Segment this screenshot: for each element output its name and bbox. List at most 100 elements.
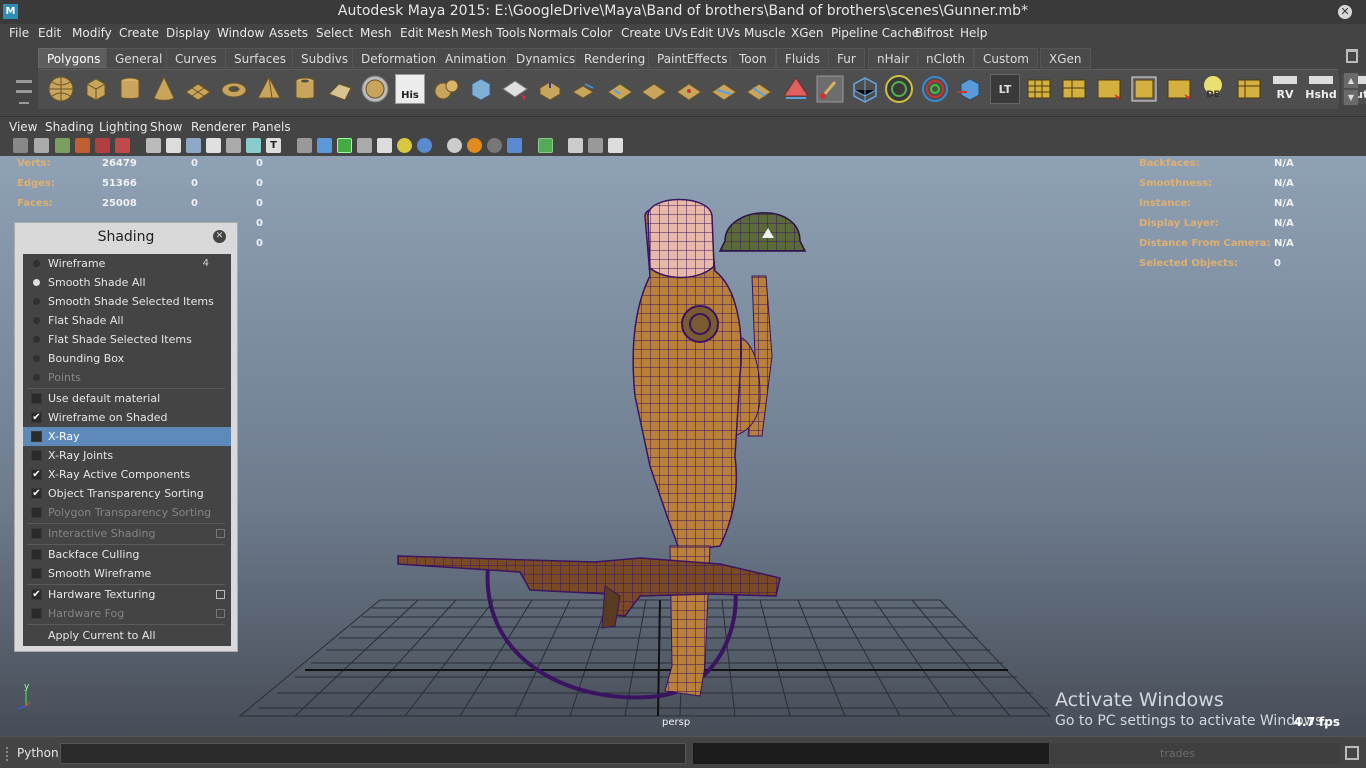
bridge-icon[interactable]: [570, 74, 600, 104]
field-chart-icon[interactable]: [226, 138, 241, 153]
shelf-handle[interactable]: [10, 50, 34, 110]
circularize-icon[interactable]: [884, 74, 914, 104]
shading-item-backface-culling[interactable]: Backface Culling: [23, 545, 231, 564]
tab-rendering[interactable]: Rendering: [575, 48, 655, 68]
tab-animation[interactable]: Animation: [436, 48, 516, 68]
menu-create[interactable]: Create: [119, 26, 159, 40]
tab-toon[interactable]: Toon: [730, 48, 776, 68]
menu-muscle[interactable]: Muscle: [744, 26, 786, 40]
menu-mesh-tools[interactable]: Mesh Tools: [461, 26, 526, 40]
shelf-scroll-down-icon[interactable]: ▼: [1344, 90, 1358, 105]
shading-item-xray[interactable]: X-Ray: [23, 427, 231, 446]
poly-torus-icon[interactable]: [219, 74, 249, 104]
de-button[interactable]: DE: [1198, 74, 1228, 104]
use-all-lights-icon[interactable]: [397, 138, 412, 153]
separate-icon[interactable]: [432, 74, 462, 104]
cage-icon[interactable]: [850, 74, 880, 104]
safe-title-icon[interactable]: T: [266, 138, 281, 153]
tab-polygons[interactable]: Polygons: [38, 48, 110, 68]
shading-item-hardware-texturing[interactable]: ✔ Hardware Texturing: [23, 585, 231, 604]
shading-item-smooth-wireframe[interactable]: Smooth Wireframe: [23, 564, 231, 583]
create-poly-icon[interactable]: [325, 74, 355, 104]
tab-curves[interactable]: Curves: [166, 48, 226, 68]
uv-editor-icon[interactable]: [1164, 74, 1194, 104]
shading-item-wireframe[interactable]: Wireframe 4: [23, 254, 231, 273]
menu-normals[interactable]: Normals: [528, 26, 578, 40]
grid-toggle-icon[interactable]: [146, 138, 161, 153]
screen-space-ao-icon[interactable]: [447, 138, 462, 153]
fill-hole-icon[interactable]: [639, 74, 669, 104]
shading-item-smooth-shade-selected[interactable]: Smooth Shade Selected Items: [23, 292, 231, 311]
shelf-trash-icon[interactable]: [1346, 49, 1358, 63]
extract-icon[interactable]: [466, 74, 496, 104]
menu-select[interactable]: Select: [316, 26, 353, 40]
depth-of-field-icon[interactable]: [507, 138, 522, 153]
gate-mask-icon[interactable]: [206, 138, 221, 153]
menu-create-uvs[interactable]: Create UVs: [621, 26, 688, 40]
script-editor-icon[interactable]: [1345, 746, 1359, 760]
poly-pyramid-icon[interactable]: [254, 74, 284, 104]
option-box-icon[interactable]: [216, 590, 225, 599]
insert-edge-loop-icon[interactable]: [744, 74, 774, 104]
command-input[interactable]: [60, 743, 686, 764]
lt-button[interactable]: LT: [990, 74, 1020, 104]
menu-bifrost[interactable]: Bifrost: [915, 26, 954, 40]
paint-brush-icon[interactable]: [815, 74, 845, 104]
tab-subdivs[interactable]: Subdivs: [292, 48, 358, 68]
tab-dynamics[interactable]: Dynamics: [507, 48, 585, 68]
film-gate-icon[interactable]: [166, 138, 181, 153]
tab-deformation[interactable]: Deformation: [352, 48, 445, 68]
tab-surfaces[interactable]: Surfaces: [225, 48, 295, 68]
smooth-icon[interactable]: [500, 74, 530, 104]
isolate-select-icon[interactable]: [538, 138, 553, 153]
textured-icon[interactable]: [377, 138, 392, 153]
wireframe-on-shaded-icon[interactable]: [337, 138, 352, 153]
menu-edit-mesh[interactable]: Edit Mesh: [400, 26, 459, 40]
menu-mesh[interactable]: Mesh: [360, 26, 392, 40]
motion-blur-icon[interactable]: [467, 138, 482, 153]
append-icon[interactable]: [605, 74, 635, 104]
tab-custom[interactable]: Custom: [974, 48, 1038, 68]
menu-assets[interactable]: Assets: [269, 26, 308, 40]
shadows-icon[interactable]: [417, 138, 432, 153]
grease-pencil-icon[interactable]: [115, 138, 130, 153]
smooth-shade-icon[interactable]: [317, 138, 332, 153]
tab-fur[interactable]: Fur: [828, 48, 865, 68]
history-button[interactable]: His: [395, 74, 425, 104]
shading-item-flat-shade-all[interactable]: Flat Shade All: [23, 311, 231, 330]
shelf-scroll[interactable]: ▲ ▼: [1344, 73, 1358, 105]
poly-plane-icon[interactable]: [183, 74, 213, 104]
shading-item-xray-active-components[interactable]: ✔ X-Ray Active Components: [23, 465, 231, 484]
menu-help[interactable]: Help: [960, 26, 987, 40]
command-line-grip[interactable]: [6, 747, 10, 761]
menu-edit[interactable]: Edit: [38, 26, 61, 40]
shelf-scroll-up-icon[interactable]: ▲: [1344, 73, 1358, 88]
camera-attributes-icon[interactable]: [34, 138, 49, 153]
uv-spherical-icon[interactable]: [1094, 74, 1124, 104]
merge-icon[interactable]: [674, 74, 704, 104]
tab-fluids[interactable]: Fluids: [776, 48, 830, 68]
tab-nhair[interactable]: nHair: [868, 48, 919, 68]
tab-xgen[interactable]: XGen: [1040, 48, 1091, 68]
poly-cube-icon[interactable]: [81, 74, 111, 104]
combine-icon[interactable]: [360, 74, 390, 104]
shading-item-wireframe-on-shaded[interactable]: ✔ Wireframe on Shaded: [23, 408, 231, 427]
close-icon[interactable]: ✕: [213, 230, 226, 243]
tab-ncloth[interactable]: nCloth: [917, 48, 974, 68]
menu-color[interactable]: Color: [581, 26, 612, 40]
mirror-icon[interactable]: [955, 74, 985, 104]
panel-menu-panels[interactable]: Panels: [252, 120, 291, 134]
gunner-character-model[interactable]: [380, 196, 820, 716]
split-poly-icon[interactable]: [709, 74, 739, 104]
xray-active-components-icon[interactable]: [588, 138, 603, 153]
resolution-gate-icon[interactable]: [186, 138, 201, 153]
xray-joints-icon[interactable]: [608, 138, 623, 153]
select-camera-icon[interactable]: [13, 138, 28, 153]
close-window-button[interactable]: ✕: [1338, 5, 1352, 19]
shading-item-apply-current-to-all[interactable]: Apply Current to All: [23, 626, 231, 645]
safe-action-icon[interactable]: [246, 138, 261, 153]
script-language-toggle[interactable]: Python: [17, 746, 59, 760]
extrude-icon[interactable]: [535, 74, 565, 104]
poly-cylinder-icon[interactable]: [115, 74, 145, 104]
uv-cylindrical-icon[interactable]: [1059, 74, 1089, 104]
